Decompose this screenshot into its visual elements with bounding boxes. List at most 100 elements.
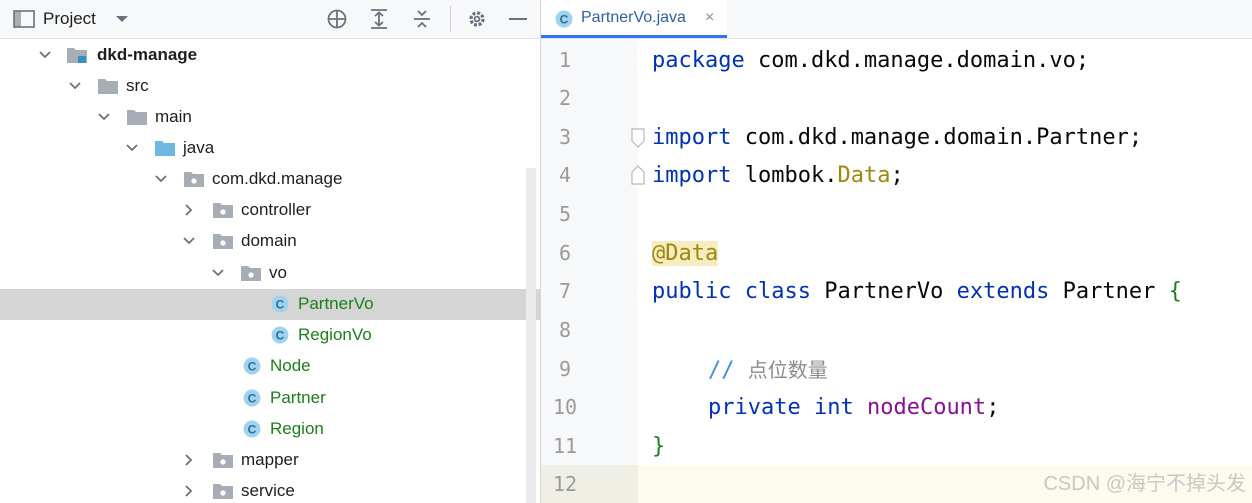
- package-icon: [241, 266, 261, 281]
- line-number: 10: [552, 395, 578, 419]
- tree-label: com.dkd.manage: [212, 169, 343, 188]
- code-text: lombok.: [731, 163, 838, 188]
- fold-start-icon[interactable]: [629, 127, 647, 149]
- class-icon: C: [243, 420, 261, 438]
- class-icon: C: [271, 295, 289, 313]
- module-folder-icon: [67, 48, 87, 63]
- project-toolbar: Project: [0, 0, 540, 39]
- chevron-right-icon[interactable]: [181, 483, 197, 499]
- collapse-all-icon[interactable]: [410, 7, 434, 31]
- code-line-4: import lombok.Data;: [652, 156, 904, 194]
- line-number: 12: [552, 472, 578, 496]
- tree-label: dkd-manage: [97, 45, 198, 64]
- project-panel: Project dkd-manage src main java com.dkd…: [0, 0, 541, 503]
- watermark: CSDN @海宁不掉头发: [1043, 473, 1246, 495]
- code-text: ;: [890, 163, 904, 188]
- current-line-gutter: 12: [541, 465, 638, 503]
- source-folder-icon: [155, 141, 175, 156]
- chevron-down-icon[interactable]: [37, 47, 53, 63]
- tab-partnervo-java[interactable]: C PartnerVo.java ×: [541, 0, 727, 38]
- class-reference: Data: [837, 163, 891, 188]
- gear-icon[interactable]: [465, 7, 489, 31]
- line-number: 9: [558, 357, 572, 381]
- svg-text:C: C: [276, 329, 285, 343]
- tree-label: PartnerVo: [298, 294, 374, 313]
- chevron-right-icon[interactable]: [181, 452, 197, 468]
- tree-node-domain[interactable]: domain: [0, 226, 540, 257]
- keyword: import: [652, 163, 732, 188]
- code-text: com.dkd.manage.domain.vo;: [744, 48, 1090, 73]
- tree-label: RegionVo: [298, 325, 372, 344]
- field-name: nodeCount: [866, 395, 987, 420]
- tree-node-region[interactable]: C Region: [0, 414, 540, 445]
- code-line-3: import com.dkd.manage.domain.Partner;: [652, 118, 1142, 156]
- brace: {: [1168, 279, 1182, 304]
- tree-label: domain: [241, 231, 297, 250]
- editor-tab-bar: C PartnerVo.java ×: [541, 0, 1252, 39]
- svg-text:C: C: [248, 392, 257, 406]
- tree-label: main: [155, 107, 192, 126]
- minimize-icon[interactable]: [506, 7, 530, 31]
- code-line-1: package com.dkd.manage.domain.vo;: [652, 41, 1089, 79]
- keyword: int: [813, 395, 854, 420]
- package-icon: [213, 453, 233, 468]
- tree-label: mapper: [241, 450, 299, 469]
- tab-label: PartnerVo.java: [581, 9, 686, 26]
- keyword: package: [652, 48, 745, 73]
- fold-end-icon[interactable]: [629, 164, 647, 186]
- tree-node-dkd-manage[interactable]: dkd-manage: [0, 40, 540, 71]
- tree-scrollbar[interactable]: [526, 168, 536, 503]
- tree-node-java[interactable]: java: [0, 133, 540, 164]
- line-number-gutter: 1 2 3 4 5 6 7 8 9 10 11: [541, 39, 638, 503]
- tree-node-regionvo[interactable]: C RegionVo: [0, 320, 540, 351]
- line-number: 4: [558, 163, 572, 187]
- chevron-down-icon[interactable]: [153, 171, 169, 187]
- class-icon: C: [243, 357, 261, 375]
- chevron-right-icon[interactable]: [181, 202, 197, 218]
- tree-label: java: [183, 138, 215, 157]
- chevron-down-icon[interactable]: [96, 109, 112, 125]
- svg-text:C: C: [276, 298, 285, 312]
- locate-icon[interactable]: [325, 7, 349, 31]
- tree-node-partnervo[interactable]: C PartnerVo: [0, 289, 540, 320]
- chevron-down-icon[interactable]: [181, 233, 197, 249]
- tree-node-vo[interactable]: vo: [0, 258, 540, 289]
- tree-node-mapper[interactable]: mapper: [0, 445, 540, 476]
- close-icon[interactable]: ×: [705, 9, 714, 27]
- line-number: 5: [558, 202, 572, 226]
- class-name: PartnerVo: [810, 279, 957, 304]
- tree-label: src: [126, 76, 149, 95]
- tree-node-src[interactable]: src: [0, 71, 540, 102]
- chevron-down-icon[interactable]: [110, 7, 134, 31]
- parent-class: Partner: [1049, 279, 1169, 304]
- annotation: @Data: [652, 241, 719, 266]
- tree-node-partner[interactable]: C Partner: [0, 383, 540, 414]
- line-number: 7: [558, 279, 572, 303]
- code-editor: C PartnerVo.java × 1 2 3 4 5 6 7 8 9 10 …: [541, 0, 1252, 503]
- tree-node-node[interactable]: C Node: [0, 351, 540, 382]
- chevron-down-icon[interactable]: [67, 78, 83, 94]
- tree-node-com-dkd-manage[interactable]: com.dkd.manage: [0, 164, 540, 195]
- line-number: 3: [558, 125, 572, 149]
- project-view-title[interactable]: Project: [43, 9, 96, 29]
- svg-text:C: C: [560, 13, 569, 27]
- keyword: extends: [956, 279, 1050, 304]
- chevron-down-icon[interactable]: [124, 140, 140, 156]
- chevron-down-icon[interactable]: [210, 265, 226, 281]
- line-number: 6: [558, 241, 572, 265]
- tree-label: Partner: [270, 388, 326, 407]
- expand-all-icon[interactable]: [367, 7, 391, 31]
- tree-node-service[interactable]: service: [0, 476, 540, 503]
- class-icon: C: [243, 389, 261, 407]
- line-number: 8: [558, 318, 572, 342]
- package-icon: [184, 172, 204, 187]
- tree-node-main[interactable]: main: [0, 102, 540, 133]
- svg-text:C: C: [248, 423, 257, 437]
- keyword: public: [652, 279, 732, 304]
- line-number: 1: [558, 48, 572, 72]
- project-view-icon[interactable]: [12, 7, 36, 31]
- class-icon: C: [271, 326, 289, 344]
- code-line-10: private int nodeCount;: [708, 388, 999, 426]
- keyword: private: [708, 395, 801, 420]
- tree-node-controller[interactable]: controller: [0, 195, 540, 226]
